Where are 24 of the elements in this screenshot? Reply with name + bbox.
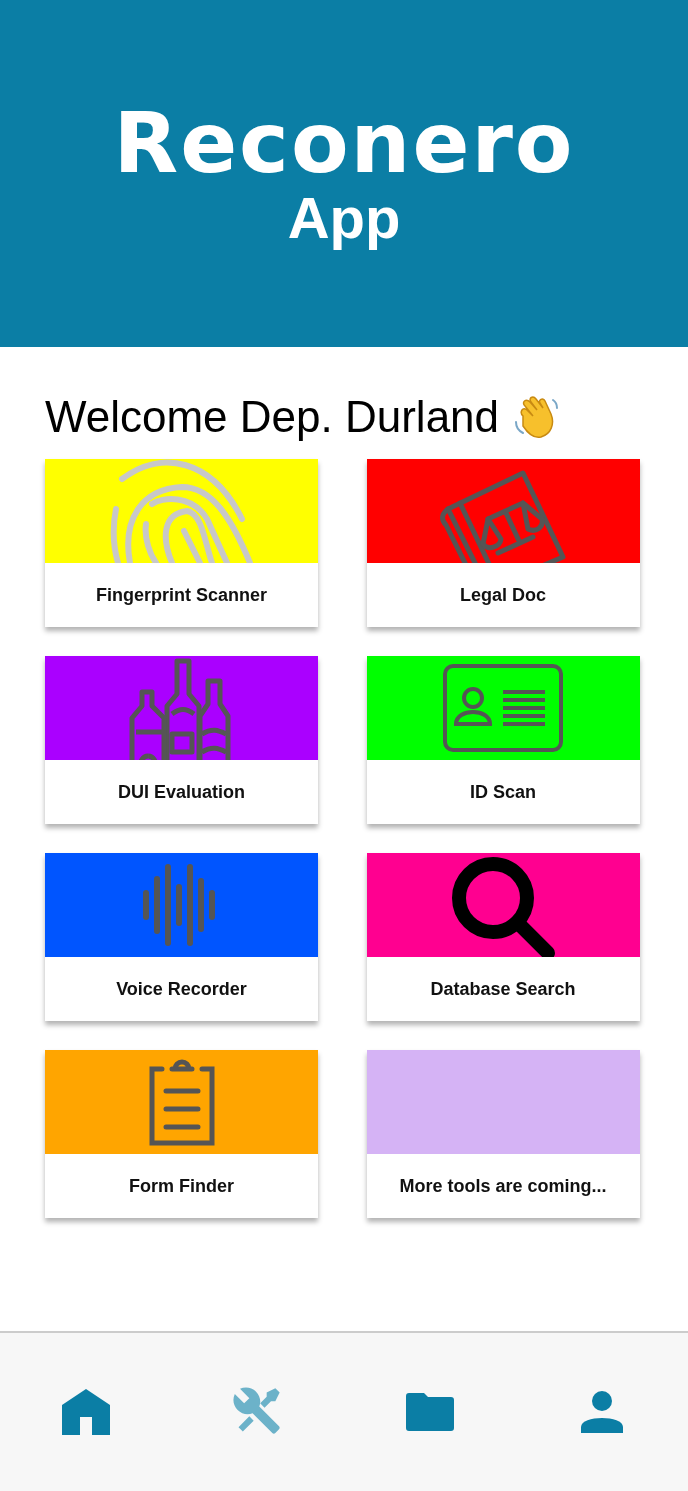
tool-card[interactable]: DUI Evaluation [45, 656, 318, 824]
tool-card[interactable]: Form Finder [45, 1050, 318, 1218]
card-label: More tools are coming... [398, 1174, 608, 1198]
card-label: DUI Evaluation [117, 780, 246, 804]
tool-card[interactable]: ID Scan [366, 656, 640, 824]
welcome-heading: Welcome Dep. Durland [45, 391, 500, 443]
waving-hand-icon [513, 394, 560, 440]
tool-card[interactable]: Voice Recorder [45, 853, 318, 1021]
tool-card[interactable]: More tools are coming... [366, 1050, 640, 1218]
tool-card[interactable]: Database Search [366, 853, 640, 1021]
card-label: ID Scan [469, 780, 537, 804]
card-label: Voice Recorder [115, 977, 248, 1001]
app-logo: Reconero [113, 102, 575, 183]
card-label: Legal Doc [459, 583, 547, 607]
home-icon [62, 1389, 110, 1435]
tool-card[interactable]: Legal Doc [366, 459, 640, 627]
card-label: Fingerprint Scanner [95, 583, 268, 607]
id-card-icon [441, 662, 565, 754]
folder-icon [406, 1393, 454, 1431]
app-subtitle: App [287, 183, 401, 252]
card-label: Database Search [429, 977, 577, 1001]
profile-icon [581, 1391, 623, 1433]
tool-card[interactable]: Fingerprint Scanner [45, 459, 318, 627]
card-label: Form Finder [128, 1174, 235, 1198]
